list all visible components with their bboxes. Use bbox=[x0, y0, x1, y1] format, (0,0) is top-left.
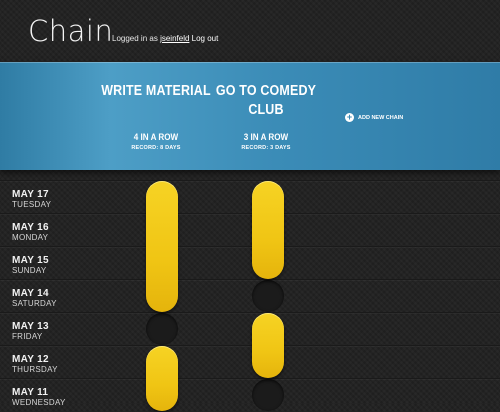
streak-bar-go-to-comedy-club[interactable] bbox=[252, 181, 284, 279]
add-new-chain-label: ADD NEW CHAIN bbox=[358, 114, 404, 121]
top-bar: Chain Logged in as jseinfeld Log out bbox=[0, 0, 500, 62]
day-weekday: TUESDAY bbox=[12, 200, 52, 209]
day-date: MAY 17 bbox=[12, 189, 49, 200]
chain-streak: 4 IN A ROW bbox=[133, 132, 179, 142]
login-status: Logged in as jseinfeld Log out bbox=[112, 34, 218, 43]
day-row: MAY 13 FRIDAY bbox=[0, 312, 500, 346]
chain-streak: 3 IN A ROW bbox=[243, 132, 289, 142]
logout-link[interactable]: Log out bbox=[192, 34, 219, 43]
logged-in-label: Logged in as bbox=[112, 34, 158, 43]
day-weekday: WEDNESDAY bbox=[12, 398, 66, 407]
app-title: Chain bbox=[28, 14, 114, 48]
day-row: MAY 15 SUNDAY bbox=[0, 246, 500, 280]
day-row: MAY 14 SATURDAY bbox=[0, 279, 500, 313]
chain-record: RECORD: 3 DAYS bbox=[241, 145, 291, 151]
day-weekday: SUNDAY bbox=[12, 266, 47, 275]
day-row: MAY 16 MONDAY bbox=[0, 213, 500, 247]
day-row: MAY 12 THURSDAY bbox=[0, 345, 500, 379]
streak-bar-write-material[interactable] bbox=[146, 346, 178, 411]
day-date: MAY 13 bbox=[12, 321, 49, 332]
day-date: MAY 11 bbox=[12, 387, 49, 398]
day-cell-go-to-comedy-club[interactable] bbox=[252, 379, 284, 411]
add-new-chain-button[interactable]: + ADD NEW CHAIN bbox=[345, 113, 403, 122]
day-cell-go-to-comedy-club[interactable] bbox=[252, 280, 284, 312]
streak-bar-go-to-comedy-club[interactable] bbox=[252, 313, 284, 378]
day-row: MAY 11 WEDNESDAY bbox=[0, 378, 500, 412]
chain-title[interactable]: Write Material bbox=[100, 82, 212, 101]
day-date: MAY 15 bbox=[12, 255, 49, 266]
day-cell-write-material[interactable] bbox=[146, 313, 178, 345]
day-weekday: THURSDAY bbox=[12, 365, 58, 374]
username-link[interactable]: jseinfeld bbox=[160, 34, 189, 43]
chain-title[interactable]: Go to Comedy Club bbox=[210, 82, 322, 120]
day-weekday: MONDAY bbox=[12, 233, 49, 242]
chains-banner: Write Material 4 IN A ROW RECORD: 8 DAYS… bbox=[0, 62, 500, 170]
day-date: MAY 12 bbox=[12, 354, 49, 365]
day-date: MAY 16 bbox=[12, 222, 49, 233]
day-date: MAY 14 bbox=[12, 288, 49, 299]
day-row: MAY 17 TUESDAY bbox=[0, 180, 500, 214]
streak-bar-write-material[interactable] bbox=[146, 181, 178, 312]
day-weekday: FRIDAY bbox=[12, 332, 43, 341]
plus-circle-icon: + bbox=[345, 112, 354, 122]
day-weekday: SATURDAY bbox=[12, 299, 57, 308]
